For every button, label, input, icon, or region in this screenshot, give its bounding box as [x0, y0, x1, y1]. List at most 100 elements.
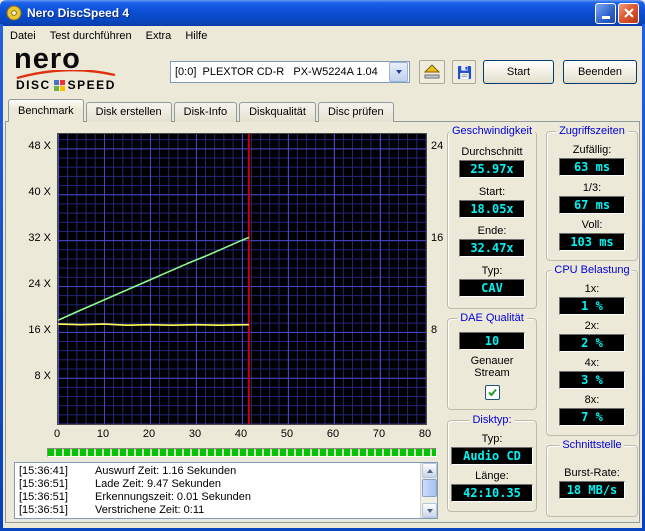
- result-label-1x: 1x:: [584, 283, 600, 295]
- color-grid-icon: [53, 79, 65, 91]
- result-label-4x: 4x:: [584, 357, 600, 369]
- result-label-2x: 2x:: [584, 320, 600, 332]
- result-row: Burst-Rate: 18 MB/s: [559, 467, 625, 499]
- result-row: Zufällig: 63 ms: [559, 144, 625, 177]
- group-dae-quality: DAE Qualität 10 Genauer Stream: [447, 312, 537, 410]
- group-access-times: Zugriffszeiten Zufällig: 63 ms 1/3: 67 ms Vo…: [546, 125, 638, 261]
- x-axis-tick: 10: [96, 428, 110, 440]
- lcd-value-2x: 2 %: [559, 334, 625, 352]
- result-row: Ende: 32.47x: [459, 225, 525, 258]
- scroll-thumb[interactable]: [422, 479, 437, 497]
- result-row: Länge: 42:10.35: [451, 470, 533, 502]
- y-axis-left-tick: 40 X: [28, 186, 51, 199]
- lcd-value-1-3: 67 ms: [559, 195, 625, 214]
- tab-disk-erstellen[interactable]: Disk erstellen: [85, 102, 172, 122]
- minimize-button[interactable]: [595, 2, 616, 24]
- arrow-up-icon: [426, 468, 433, 473]
- start-button[interactable]: Start: [483, 60, 554, 84]
- x-axis-tick: 40: [234, 428, 248, 440]
- log-scrollbar[interactable]: [420, 463, 437, 518]
- x-axis-tick: 0: [53, 428, 61, 440]
- tab-benchmark[interactable]: Benchmark: [8, 99, 84, 122]
- tab-strip: Benchmark Disk erstellen Disk-Info Diskqual…: [8, 99, 396, 122]
- log-message: Auswurf Zeit: 1.16 Sekunden: [95, 465, 237, 477]
- log-lines: [15:36:41] Auswurf Zeit: 1.16 Sekunden [15…: [15, 463, 420, 518]
- drive-select-value: [0:0] PLEXTOR CD-R PX-W5224A 1.04: [175, 66, 378, 78]
- lcd-value-8x: 7 %: [559, 408, 625, 426]
- quit-button[interactable]: Beenden: [563, 60, 637, 84]
- save-icon: [457, 65, 471, 79]
- dae-quality-value: 10: [459, 331, 525, 350]
- log-timestamp: [15:36:51]: [19, 504, 68, 516]
- drive-select-dropdown-button[interactable]: [389, 62, 408, 82]
- lcd-value-start: 18.05x: [459, 199, 525, 218]
- x-axis-tick: 30: [188, 428, 202, 440]
- accurate-stream-checkbox[interactable]: [484, 384, 500, 400]
- y-axis-left-tick: 48 X: [28, 140, 51, 153]
- result-label-voll: Voll:: [581, 218, 603, 231]
- lcd-value-1x: 1 %: [559, 297, 625, 315]
- discspeed-wordmark: DISC SPEED: [16, 78, 116, 92]
- chart-plot-area: [57, 133, 427, 425]
- menu-item-datei[interactable]: Datei: [3, 28, 43, 44]
- x-axis-tick: 50: [280, 428, 294, 440]
- log-line: [15:36:51] Erkennungszeit: 0.01 Sekunden: [19, 491, 420, 504]
- titlebar: Nero DiscSpeed 4: [0, 0, 645, 26]
- app-icon: [6, 5, 22, 21]
- result-row: Durchschnitt 25.97x: [459, 146, 525, 179]
- result-row: 2x: 2 %: [559, 320, 625, 352]
- result-label-ende: Ende:: [477, 225, 507, 238]
- group-speed: Geschwindigkeit Durchschnitt 25.97x Start:…: [447, 125, 537, 309]
- x-axis-tick: 60: [326, 428, 340, 440]
- result-row: Start: 18.05x: [459, 186, 525, 218]
- tab-disc-pr-fen[interactable]: Disc prüfen: [317, 102, 394, 122]
- scroll-down-button[interactable]: [422, 503, 437, 518]
- eject-button[interactable]: [419, 60, 445, 84]
- result-label-8x: 8x:: [584, 394, 600, 406]
- log-box: [15:36:41] Auswurf Zeit: 1.16 Sekunden [15…: [14, 462, 438, 519]
- y-axis-left-tick: 32 X: [28, 232, 51, 245]
- result-label-zuf-llig: Zufällig:: [572, 144, 612, 157]
- log-timestamp: [15:36:51]: [19, 491, 68, 503]
- log-message: Erkennungszeit: 0.01 Sekunden: [95, 491, 251, 503]
- save-button[interactable]: [452, 60, 476, 84]
- result-label-1-3: 1/3:: [582, 181, 602, 194]
- y-axis-left-tick: 24 X: [28, 278, 51, 291]
- eject-icon: [423, 64, 441, 79]
- close-button[interactable]: [618, 2, 639, 24]
- group-cpu-usage: CPU Belastung 1x: 1 % 2x: 2 % 4x: 3 % 8x: 7 %: [546, 264, 638, 436]
- menu-item-test-durchf-hren[interactable]: Test durchführen: [43, 28, 139, 44]
- result-row: 4x: 3 %: [559, 357, 625, 389]
- minimize-icon: [601, 16, 610, 19]
- result-row: 8x: 7 %: [559, 394, 625, 426]
- tab-disk-info[interactable]: Disk-Info: [173, 102, 238, 122]
- menu-item-extra[interactable]: Extra: [139, 28, 179, 44]
- scroll-up-button[interactable]: [422, 463, 437, 478]
- result-row: Typ: CAV: [459, 265, 525, 297]
- lcd-value-voll: 103 ms: [559, 232, 625, 251]
- log-message: Lade Zeit: 9.47 Sekunden: [95, 478, 221, 490]
- result-row: Voll: 103 ms: [559, 219, 625, 251]
- result-label-typ: Typ:: [481, 264, 503, 277]
- drive-select[interactable]: [0:0] PLEXTOR CD-R PX-W5224A 1.04: [170, 61, 410, 83]
- group-interface: Schnittstelle Burst-Rate: 18 MB/s: [546, 439, 638, 517]
- close-icon: [623, 8, 634, 18]
- logo-disc-text: DISC: [16, 78, 51, 92]
- result-row: 1x: 1 %: [559, 283, 625, 315]
- lcd-value-burst-rate: 18 MB/s: [559, 480, 625, 499]
- log-line: [15:36:51] Lade Zeit: 9.47 Sekunden: [19, 478, 420, 491]
- menu-item-hilfe[interactable]: Hilfe: [178, 28, 214, 44]
- result-label-l-nge: Länge:: [475, 470, 509, 482]
- tab-diskqualit-t[interactable]: Diskqualität: [239, 102, 316, 122]
- lcd-value-typ: Audio CD: [451, 447, 533, 465]
- nero-brand-text: nero: [14, 43, 81, 75]
- x-axis-tick: 80: [418, 428, 432, 440]
- arrow-down-icon: [426, 508, 433, 513]
- accurate-stream-label: Genauer Stream: [470, 355, 514, 379]
- chevron-down-icon: [395, 70, 402, 74]
- nero-logo: nero DISC SPEED: [14, 43, 169, 94]
- menubar: Datei Test durchführen Extra Hilfe: [3, 26, 642, 46]
- result-label-start: Start:: [478, 185, 506, 198]
- window-title: Nero DiscSpeed 4: [27, 6, 130, 20]
- y-axis-left-tick: 16 X: [28, 324, 51, 337]
